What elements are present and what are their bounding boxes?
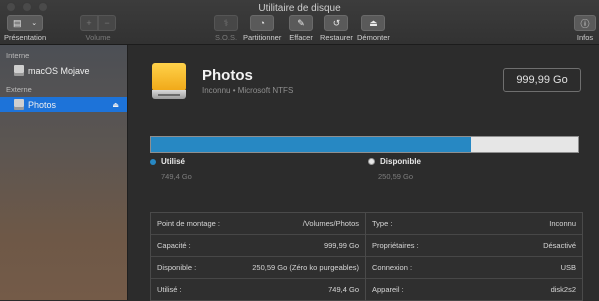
sidebar-toggle-icon: ▤ [12,17,22,28]
info-value: USB [560,263,576,272]
info-row: Point de montage : /Volumes/Photos [151,213,365,235]
info-key: Point de montage : [157,219,220,228]
restore-control[interactable]: ↺ Restaurer [320,15,353,42]
eject-icon[interactable]: ⏏ [112,101,119,109]
partition-control[interactable]: ◔ Partitionner [243,15,281,42]
info-label: Infos [576,33,594,42]
volume-control[interactable]: + − Volume [80,15,116,42]
pie-icon: ◔ [259,18,265,28]
external-disk-icon [14,99,24,110]
info-key: Connexion : [372,263,413,272]
presentation-button[interactable]: ▤ ⌄ [7,15,44,31]
available-color-dot [368,158,375,165]
info-row: Connexion : USB [366,257,582,279]
info-row: Type : Inconnu [366,213,582,235]
restore-icon: ↺ [332,17,341,28]
sidebar-item-label: macOS Mojave [28,65,90,76]
usage-bar-used-fill [151,137,472,152]
first-aid-button[interactable]: ⚕ [214,15,238,31]
window-title: Utilitaire de disque [258,3,341,14]
sidebar: Interne macOS Mojave Externe Photos ⏏ [0,45,128,300]
minus-icon: − [104,18,110,28]
chevron-down-icon: ⌄ [31,20,38,27]
info-key: Capacité : [157,241,191,250]
internal-disk-icon [14,65,24,76]
info-key: Type : [372,219,393,228]
unmount-button[interactable]: ⏏ [361,15,386,31]
info-icon: ⓘ [580,18,590,29]
info-row: Utilisé : 749,4 Go [151,279,365,301]
used-color-dot [150,158,156,165]
volume-subtitle: Inconnu • Microsoft NTFS [202,86,294,95]
external-heading: Externe [6,85,32,94]
info-button[interactable]: ⓘ [574,15,596,31]
disk-utility-window: Utilitaire de disque ▤ ⌄ Présentation + … [0,0,599,301]
volume-buttons: + − [80,15,116,31]
info-value: 749,4 Go [328,285,359,294]
available-legend: Disponible [368,157,421,166]
unmount-label: Démonter [357,33,390,42]
volume-info-table: Point de montage : /Volumes/Photos Capac… [150,212,583,301]
info-value: 250,59 Go (Zéro ko purgeables) [252,263,359,272]
info-value: disk2s2 [550,285,576,294]
info-control[interactable]: ⓘ Infos [574,15,596,42]
stethoscope-icon: ⚕ [223,17,229,28]
sidebar-item-macos-mojave[interactable]: macOS Mojave [0,63,127,78]
remove-volume-button[interactable]: − [98,15,116,31]
unmount-icon: ⏏ [369,17,378,28]
used-legend: Utilisé [150,157,185,166]
erase-label: Effacer [289,33,313,42]
available-legend-value: 250,59 Go [378,172,414,181]
info-value: Désactivé [543,241,576,250]
restore-label: Restaurer [320,33,353,42]
volume-detail-pane: Photos Inconnu • Microsoft NTFS 999,99 G… [128,45,599,301]
presentation-control[interactable]: ▤ ⌄ Présentation [4,15,46,42]
plus-icon: + [86,18,92,28]
toolbar: Utilitaire de disque ▤ ⌄ Présentation + … [0,0,599,45]
used-legend-label: Utilisé [161,157,186,166]
restore-button[interactable]: ↺ [324,15,349,31]
sidebar-item-photos[interactable]: Photos ⏏ [0,97,127,112]
info-value: Inconnu [549,219,576,228]
first-aid-label: S.O.S. [214,33,238,42]
info-key: Appareil : [372,285,404,294]
info-row: Capacité : 999,99 Go [151,235,365,257]
available-legend-label: Disponible [380,157,421,166]
info-row: Disponible : 250,59 Go (Zéro ko purgeabl… [151,257,365,279]
info-key: Disponible : [157,263,197,272]
used-legend-value: 749,4 Go [161,172,192,181]
partition-button[interactable]: ◔ [250,15,275,31]
add-volume-button[interactable]: + [80,15,98,31]
erase-button[interactable]: ✎ [289,15,313,31]
internal-heading: Interne [6,51,30,60]
info-row: Appareil : disk2s2 [366,279,582,301]
usage-bar [150,136,579,153]
info-key: Propriétaires : [372,241,419,250]
sidebar-item-label: Photos [28,99,57,110]
info-row: Propriétaires : Désactivé [366,235,582,257]
partition-label: Partitionner [243,33,282,42]
info-key: Utilisé : [157,285,182,294]
erase-control[interactable]: ✎ Effacer [289,15,313,42]
external-drive-icon [152,63,186,101]
presentation-label: Présentation [4,33,47,42]
volume-size-box: 999,99 Go [503,68,581,92]
info-value: 999,99 Go [323,241,359,250]
volume-label: Volume [85,33,111,42]
info-value: /Volumes/Photos [302,219,359,228]
erase-icon: ✎ [297,17,305,28]
unmount-control[interactable]: ⏏ Démonter [357,15,390,42]
volume-name: Photos [202,67,253,84]
first-aid-control[interactable]: ⚕ S.O.S. [214,15,238,42]
